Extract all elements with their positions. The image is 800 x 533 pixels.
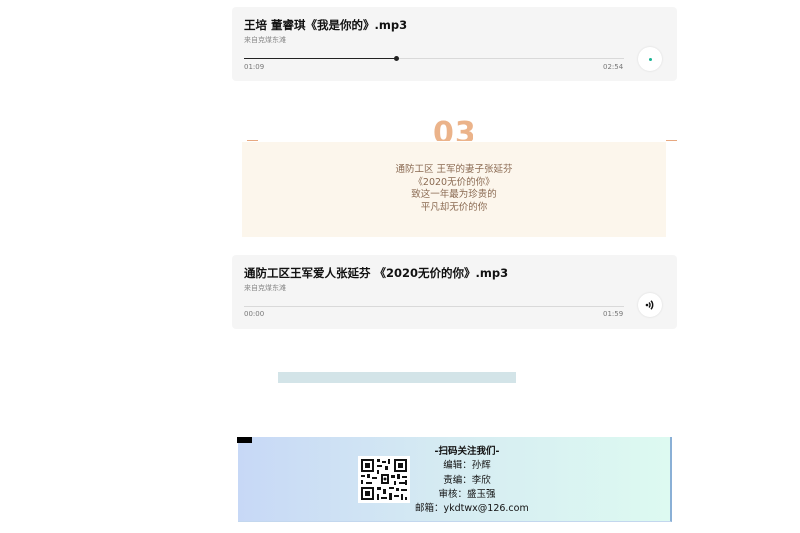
qr-code-icon <box>358 456 410 503</box>
quote-line: 《2020无价的你》 <box>413 176 495 188</box>
footer-heading: -扫码关注我们- <box>434 446 500 457</box>
play-button[interactable] <box>638 293 662 317</box>
footer-responsible-editor: 责编：李欣 <box>443 474 491 486</box>
quote-line: 平凡却无价的你 <box>420 201 488 213</box>
footer-text: -扫码关注我们- 编辑：孙辉 责编：李欣 审核：盛玉强 邮箱：ykdtwx@12… <box>415 445 529 516</box>
corner-tab <box>237 437 252 443</box>
audio-source: 来自克煤东滩 <box>244 284 286 292</box>
footer-reviewer: 审核：盛玉强 <box>438 488 496 500</box>
footer-editor: 编辑：孙辉 <box>443 460 491 472</box>
section-number: 03 <box>433 117 473 141</box>
progress-handle[interactable] <box>394 56 399 61</box>
divider-left <box>247 140 258 141</box>
play-button[interactable] <box>638 47 662 71</box>
duration: 02:54 <box>603 63 624 71</box>
audio-title: 通防工区王军爱人张延芬 《2020无价的你》.mp3 <box>244 266 509 280</box>
footer-email[interactable]: 邮箱：ykdtwx@126.com <box>415 502 529 516</box>
audio-player-2[interactable]: 通防工区王军爱人张延芬 《2020无价的你》.mp3 来自克煤东滩 00:00 … <box>232 255 677 329</box>
progress-track[interactable] <box>244 56 624 61</box>
duration: 01:59 <box>603 310 624 318</box>
progress-track[interactable] <box>244 306 624 307</box>
decorative-bar <box>278 372 516 383</box>
loading-dot-icon <box>648 57 652 61</box>
current-time: 00:00 <box>244 310 265 318</box>
audio-title: 王培 董睿琪《我是你的》.mp3 <box>244 18 408 32</box>
progress-fill <box>244 58 396 59</box>
speaker-icon <box>645 300 654 310</box>
audio-player-1[interactable]: 王培 董睿琪《我是你的》.mp3 来自克煤东滩 01:09 02:54 <box>232 7 677 81</box>
quote-line: 致这一年最为珍贵的 <box>411 189 497 200</box>
current-time: 01:09 <box>244 63 265 71</box>
quote-box: 通防工区 王军的妻子张延芬 《2020无价的你》 致这一年最为珍贵的 平凡却无价… <box>242 142 666 237</box>
quote-line: 通防工区 王军的妻子张延芬 <box>395 164 513 175</box>
audio-source: 来自克煤东滩 <box>244 36 286 44</box>
divider-right <box>666 140 677 141</box>
